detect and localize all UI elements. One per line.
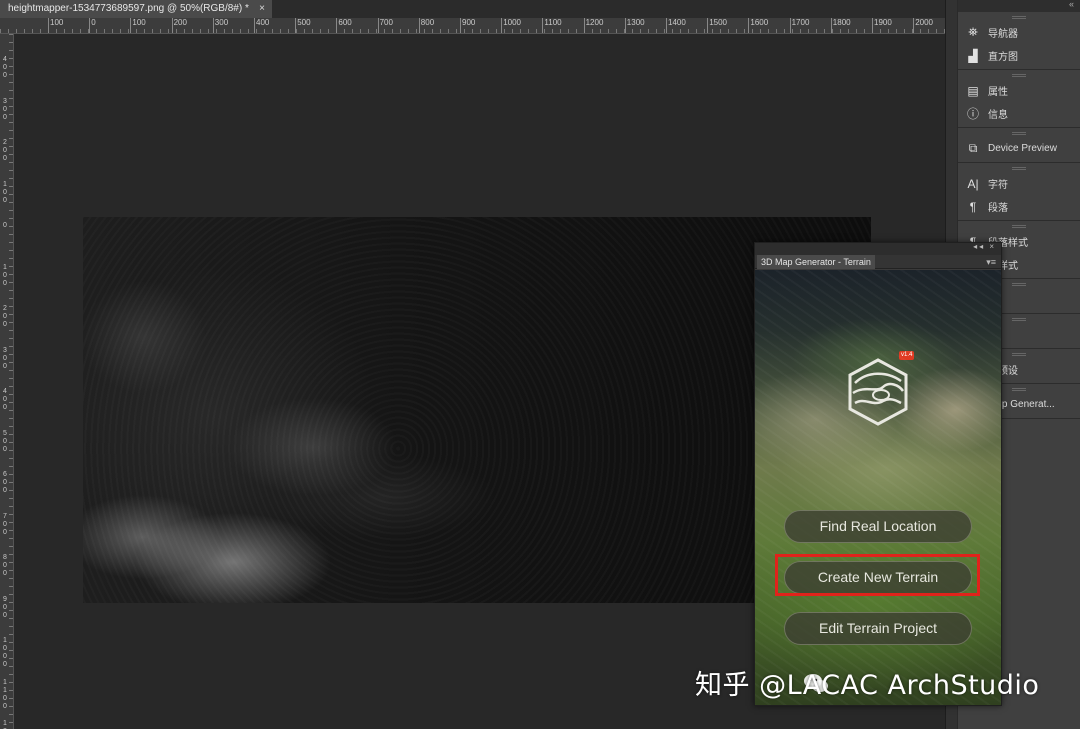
dock-header: « (958, 0, 1080, 12)
ruler-label: 1600 (748, 18, 769, 33)
heightmap-image[interactable] (83, 217, 871, 603)
ruler-label: 400 (3, 388, 7, 411)
ruler-label: 600 (3, 471, 7, 494)
grip-handle[interactable] (1012, 388, 1026, 391)
histogram-icon: ▟ (968, 48, 978, 63)
ruler-label: 600 (336, 18, 352, 33)
ruler-label: 300 (3, 97, 7, 121)
dock-group: ⛯ 导航器 ▟ 直方图 (958, 12, 1080, 70)
dock-item-label: 导航器 (988, 29, 1018, 40)
grip-handle[interactable] (1012, 167, 1026, 170)
terrain-logo-icon (848, 358, 908, 426)
ruler-label: 1000 (501, 18, 521, 33)
dock-item[interactable]: ¶ 段落 (958, 195, 1080, 218)
dock-item-label: 属性 (988, 87, 1008, 98)
edit-terrain-project-button[interactable]: Edit Terrain Project (784, 612, 972, 645)
document-tab-bar: heightmapper-1534773689597.png @ 50%(RGB… (0, 0, 945, 18)
ruler-label: 0 (3, 222, 7, 229)
panel-tab[interactable]: 3D Map Generator - Terrain (757, 255, 875, 269)
ruler-label: 400 (253, 18, 270, 33)
map-generator-panel: ◂◂ × 3D Map Generator - Terrain ▾≡ v1.4 … (754, 242, 1002, 706)
version-badge: v1.4 (899, 351, 915, 360)
grip-handle[interactable] (1012, 318, 1026, 321)
ruler-label: 1200 (583, 18, 604, 33)
grip-handle[interactable] (1012, 16, 1026, 19)
find-real-location-button[interactable]: Find Real Location (784, 510, 972, 543)
ruler-label: 0 (88, 18, 96, 33)
ruler-label: 1200 (3, 720, 7, 729)
ruler-label: 700 (377, 18, 393, 33)
watermark-text: 知乎 @LACAC ArchStudio (695, 670, 1040, 701)
dock-item[interactable]: A| 字符 (958, 172, 1080, 195)
ruler-label: 200 (3, 139, 7, 162)
info-icon: ⓘ (966, 107, 979, 121)
ruler-label: 2000 (913, 18, 933, 33)
highlight-annotation (775, 554, 980, 596)
ruler-label: 1400 (666, 18, 686, 33)
ruler-label: 900 (3, 595, 7, 619)
ruler-label: 1100 (3, 678, 7, 710)
properties-icon: ▤ (967, 83, 979, 98)
ruler-label: 200 (171, 18, 187, 33)
ruler-label: 1900 (872, 18, 892, 33)
dock-group: A| 字符 ¶ 段落 (958, 163, 1080, 221)
ruler-label: 200 (3, 305, 7, 328)
ruler-minor-ticks (0, 29, 945, 33)
ruler-label: 900 (459, 18, 476, 33)
close-icon[interactable]: × (259, 0, 265, 18)
document-tab-title: heightmapper-1534773689597.png @ 50%(RGB… (8, 3, 249, 14)
ruler-label: 700 (3, 512, 7, 536)
ruler-label: 400 (3, 56, 7, 79)
device-preview-icon: ⧉ (968, 141, 978, 155)
dock-group: ⧉ Device Preview (958, 128, 1080, 163)
panel-tab-row: 3D Map Generator - Terrain ▾≡ (755, 255, 1001, 269)
ruler-label: 1700 (789, 18, 810, 33)
ruler-label: 500 (295, 18, 311, 33)
dock-group: ▤ 属性 ⓘ 信息 (958, 70, 1080, 128)
grip-handle[interactable] (1012, 283, 1026, 286)
dock-item-label: 信息 (988, 110, 1008, 121)
ruler-label: 300 (212, 18, 229, 33)
ruler-label: 800 (3, 554, 7, 577)
horizontal-ruler[interactable]: 100 0 100 200 300 400 500 600 700 800 900 1000 1100 1… (0, 18, 945, 34)
ruler-label: 100 (3, 263, 7, 287)
panel-titlebar[interactable]: ◂◂ × (755, 243, 1001, 255)
grip-handle[interactable] (1012, 353, 1026, 356)
dock-item-label: 直方图 (988, 52, 1018, 63)
dock-item[interactable]: ⛯ 导航器 (958, 21, 1080, 44)
ruler-label: 500 (3, 429, 7, 453)
dock-item-label: Device Preview (988, 143, 1057, 154)
ruler-label: 800 (418, 18, 435, 33)
dock-item[interactable]: ⧉ Device Preview (958, 137, 1080, 160)
paragraph-icon: ¶ (969, 199, 977, 214)
character-icon: A| (967, 176, 979, 191)
ruler-label: 1300 (624, 18, 645, 33)
panel-window-controls[interactable]: ◂◂ × (973, 243, 996, 251)
ruler-minor-ticks (9, 34, 13, 729)
grip-handle[interactable] (1012, 74, 1026, 77)
document-tab[interactable]: heightmapper-1534773689597.png @ 50%(RGB… (0, 0, 272, 18)
vertical-ruler[interactable]: 4003002001000100200300400500600700800900… (0, 34, 14, 729)
grip-handle[interactable] (1012, 132, 1026, 135)
dock-item-label: 字符 (988, 180, 1008, 191)
ruler-label: 1100 (542, 18, 562, 33)
navigator-icon: ⛯ (968, 25, 978, 39)
dock-item[interactable]: ⓘ 信息 (958, 102, 1080, 125)
ruler-label: 300 (3, 346, 7, 370)
dock-item-label: 段落 (988, 203, 1008, 214)
grip-handle[interactable] (1012, 225, 1026, 228)
ruler-label: 100 (130, 18, 146, 33)
terrain-background: v1.4 Find Real Location Create New Terra… (755, 270, 1001, 705)
panel-menu-icon[interactable]: ▾≡ (986, 255, 996, 269)
ruler-label: 1000 (3, 637, 7, 668)
collapse-icon[interactable]: « (1069, 0, 1074, 9)
ruler-label: 100 (47, 18, 64, 33)
dock-item[interactable]: ▤ 属性 (958, 79, 1080, 102)
ruler-label: 1800 (830, 18, 851, 33)
dock-item[interactable]: ▟ 直方图 (958, 44, 1080, 67)
ruler-label: 1500 (707, 18, 727, 33)
ruler-label: 100 (3, 180, 7, 204)
